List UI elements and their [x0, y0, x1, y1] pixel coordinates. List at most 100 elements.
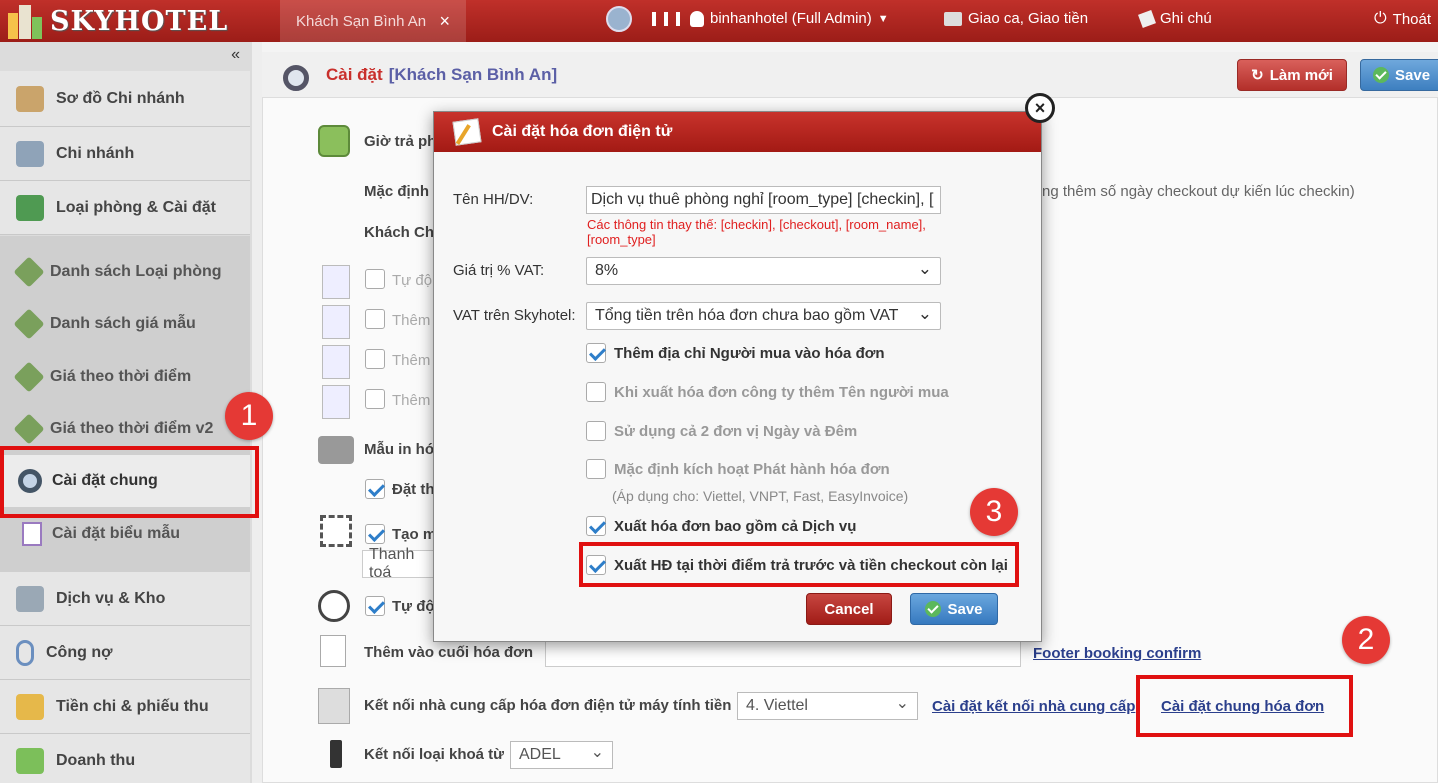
refresh-icon: ↻	[1251, 67, 1264, 84]
footer-booking-link[interactable]: Footer booking confirm	[1033, 645, 1201, 662]
add-label-1: Thêm	[392, 312, 431, 329]
service-name-label: Tên HH/DV:	[453, 191, 534, 208]
sidebar-item-label: Loại phòng & Cài đặt	[56, 198, 216, 216]
create-checkbox[interactable]	[365, 524, 385, 544]
sidebar-item-expenses[interactable]: Tiền chi & phiếu thu	[0, 680, 250, 734]
add-checkbox-2[interactable]	[365, 349, 385, 369]
briefcase-icon	[16, 693, 44, 720]
tax-icon	[318, 688, 350, 724]
sidebar-item-branch-map[interactable]: Sơ đồ Chi nhánh	[0, 71, 250, 127]
sidebar-item-debts[interactable]: Công nợ	[0, 626, 250, 680]
price-tag-icon	[13, 361, 45, 393]
auto-checkbox-1[interactable]	[365, 269, 385, 289]
caret-down-icon: ▼	[877, 12, 889, 25]
app-logo[interactable]: SKYHOTEL	[0, 0, 262, 42]
option-checkbox-buyer-name[interactable]	[586, 382, 606, 402]
add-document-icon	[322, 305, 350, 339]
sidebar-item-branch[interactable]: Chi nhánh	[0, 127, 250, 181]
printer-icon	[318, 436, 354, 464]
shift-label: Giao ca, Giao tiền	[968, 10, 1089, 27]
document-edit-icon	[320, 635, 346, 667]
default-label: Mặc định	[364, 183, 430, 200]
guest-label: Khách Ch	[364, 224, 435, 241]
auto-label-2: Tự độ	[392, 598, 435, 615]
replace-hint: Các thông tin thay thế: [checkin], [chec…	[587, 217, 926, 247]
sidebar-item-label: Cài đặt biểu mẫu	[52, 525, 181, 542]
lock-select[interactable]: ADEL	[510, 741, 613, 769]
alarm-icon	[318, 590, 350, 622]
collapse-sidebar-icon[interactable]: «	[231, 46, 240, 64]
checkout-hint: ng thêm số ngày checkout dự kiến lúc che…	[1042, 183, 1355, 200]
columns-icon[interactable]	[652, 12, 680, 26]
sidebar-item-revenue[interactable]: Doanh thu	[0, 734, 250, 783]
option-checkbox-day-night[interactable]	[586, 421, 606, 441]
add-checkbox-3[interactable]	[365, 389, 385, 409]
create-label: Tạo m	[392, 526, 437, 543]
notes-link[interactable]: Ghi chú	[1138, 9, 1212, 28]
cancel-button[interactable]: Cancel	[806, 593, 892, 625]
footer-input[interactable]	[545, 639, 1021, 667]
note-icon	[1138, 9, 1156, 28]
price-tag-icon	[13, 308, 45, 340]
vat-skyhotel-select[interactable]: Tổng tiền trên hóa đơn chưa bao gồm VAT	[586, 302, 941, 330]
dialog-save-button[interactable]: Save	[910, 593, 998, 625]
tab-hotel[interactable]: Khách Sạn Bình An ×	[280, 0, 466, 42]
provider-label: Kết nối nhà cung cấp hóa đơn điện tử máy…	[364, 697, 732, 714]
sidebar-item-price-templates[interactable]: Danh sách giá mẫu	[0, 298, 250, 350]
hotel-logo-icon	[6, 3, 46, 39]
apply-hint: (Áp dụng cho: Viettel, VNPT, Fast, EasyI…	[612, 488, 909, 504]
option-checkbox-buyer-address[interactable]	[586, 343, 606, 363]
page-title: Cài đặt [Khách Sạn Bình An]	[326, 65, 557, 85]
price-tag-icon	[13, 256, 45, 288]
tab-hotel-label: Khách Sạn Bình An	[296, 12, 427, 30]
dialog-header: Cài đặt hóa đơn điện tử	[434, 112, 1041, 152]
footer-label: Thêm vào cuối hóa đơn	[364, 644, 534, 661]
qr-code-icon	[320, 515, 352, 547]
option-label: Mặc định kích hoạt Phát hành hóa đơn	[614, 461, 890, 478]
tab-close-icon[interactable]: ×	[439, 11, 450, 32]
option-checkbox-auto-issue[interactable]	[586, 459, 606, 479]
top-bar: SKYHOTEL Khách Sạn Bình An × binhanhotel…	[0, 0, 1438, 42]
sidebar-item-label: Danh sách Loại phòng	[50, 263, 222, 280]
save-label: Save	[1395, 66, 1431, 84]
option-label: Thêm địa chỉ Người mua vào hóa đơn	[614, 345, 885, 362]
payment-input[interactable]: Thanh toá	[362, 546, 442, 581]
option-label: Xuất hóa đơn bao gồm cả Dịch vụ	[614, 518, 857, 535]
set-checkbox[interactable]	[365, 479, 385, 499]
sidebar-item-room-types[interactable]: Loại phòng & Cài đặt	[0, 181, 250, 235]
sidebar-item-label: Dịch vụ & Kho	[56, 589, 166, 607]
user-menu[interactable]: binhanhotel (Full Admin) ▼	[690, 10, 889, 27]
sidebar-item-label: Giá theo thời điểm v2	[50, 420, 214, 437]
vat-select[interactable]: 8%	[586, 257, 941, 285]
add-document-icon	[322, 385, 350, 419]
highlight-box-prepay-option	[579, 542, 1019, 587]
sidebar-item-label: Giá theo thời điểm	[50, 368, 192, 385]
calculator-icon	[16, 747, 44, 774]
support-icon[interactable]	[606, 6, 632, 32]
add-checkbox-1[interactable]	[365, 309, 385, 329]
vat-label: Giá trị % VAT:	[453, 262, 545, 279]
service-name-input[interactable]: Dịch vụ thuê phòng nghỉ [room_type] [che…	[586, 186, 941, 214]
sidebar-item-room-type-list[interactable]: Danh sách Loại phòng	[0, 246, 250, 298]
step-badge-3: 3	[970, 488, 1018, 536]
sidebar-item-services[interactable]: Dịch vụ & Kho	[0, 572, 250, 626]
sidebar-item-label: Chi nhánh	[56, 144, 135, 162]
sidebar-item-label: Công nợ	[46, 643, 113, 661]
provider-settings-link[interactable]: Cài đặt kết nối nhà cung cấp	[932, 698, 1135, 715]
dialog-close-icon[interactable]: ×	[1025, 93, 1055, 123]
shift-handover-link[interactable]: Giao ca, Giao tiền	[944, 10, 1088, 27]
sidebar-item-time-pricing[interactable]: Giá theo thời điểm	[0, 351, 250, 403]
refresh-button[interactable]: ↻ Làm mới	[1237, 59, 1347, 91]
branch-map-icon	[16, 85, 44, 112]
page-title-hotel: [Khách Sạn Bình An]	[388, 65, 558, 84]
money-icon	[16, 194, 44, 221]
auto-checkbox-2[interactable]	[365, 596, 385, 616]
save-button-top[interactable]: Save	[1360, 59, 1438, 91]
logout-link[interactable]: ⏻ Thoát	[1374, 10, 1431, 28]
document-icon	[22, 522, 42, 546]
refresh-label: Làm mới	[1269, 66, 1333, 84]
user-icon	[690, 10, 704, 27]
option-label: Khi xuất hóa đơn công ty thêm Tên người …	[614, 384, 949, 401]
provider-select[interactable]: 4. Viettel	[737, 692, 918, 720]
option-checkbox-include-services[interactable]	[586, 516, 606, 536]
